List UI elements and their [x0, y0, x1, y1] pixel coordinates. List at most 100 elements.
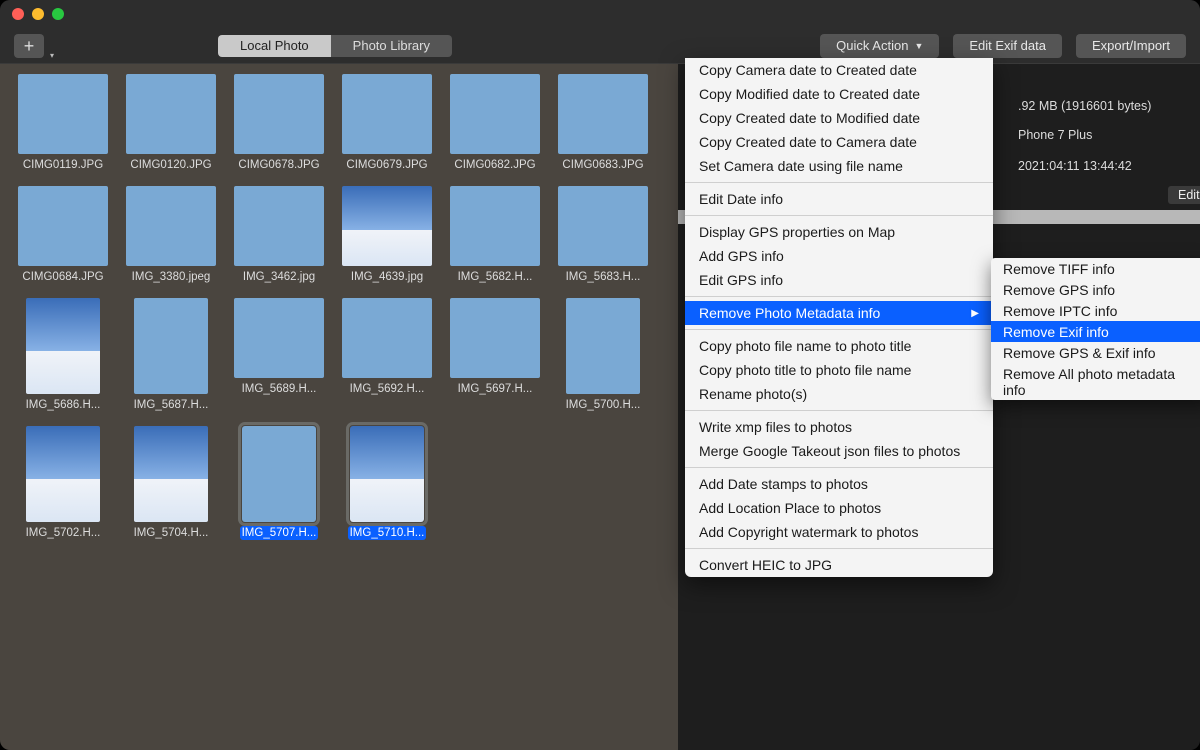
thumbnail[interactable]: IMG_3380.jpeg	[126, 186, 216, 284]
thumbnail[interactable]: IMG_5687.H...	[126, 298, 216, 412]
menu-item[interactable]: Copy Created date to Camera date	[685, 130, 993, 154]
quick-action-button[interactable]: Quick Action ▼	[820, 34, 939, 58]
export-import-button[interactable]: Export/Import	[1076, 34, 1186, 58]
submenu-item[interactable]: Remove TIFF info	[991, 258, 1200, 279]
thumbnail-image	[342, 186, 432, 266]
thumbnail[interactable]: IMG_5692.H...	[342, 298, 432, 412]
menu-separator	[685, 215, 993, 216]
menu-item[interactable]: Add Date stamps to photos	[685, 472, 993, 496]
menu-item[interactable]: Add GPS info	[685, 244, 993, 268]
minimize-icon[interactable]	[32, 8, 44, 20]
thumbnail-image	[242, 426, 316, 522]
submenu-item[interactable]: Remove GPS info	[991, 279, 1200, 300]
menu-item[interactable]: Rename photo(s)	[685, 382, 993, 406]
menu-item-label: Edit Date info	[699, 191, 783, 207]
thumbnail-image	[558, 74, 648, 154]
menu-item[interactable]: Write xmp files to photos	[685, 415, 993, 439]
submenu-item[interactable]: Remove GPS & Exif info	[991, 342, 1200, 363]
thumbnail-label: IMG_5686.H...	[24, 398, 103, 412]
chevron-down-icon: ▼	[914, 41, 923, 51]
thumbnail-image	[450, 186, 540, 266]
tab-local-photo[interactable]: Local Photo	[218, 35, 331, 57]
thumbnail[interactable]: CIMG0684.JPG	[18, 186, 108, 284]
thumbnail[interactable]: IMG_4639.jpg	[342, 186, 432, 284]
menu-item[interactable]: Copy photo file name to photo title	[685, 334, 993, 358]
thumbnail[interactable]: CIMG0682.JPG	[450, 74, 540, 172]
menu-item[interactable]: Remove Photo Metadata info▶	[685, 301, 993, 325]
add-button[interactable]: +	[14, 34, 44, 58]
thumbnail[interactable]: CIMG0679.JPG	[342, 74, 432, 172]
menu-item[interactable]: Convert HEIC to JPG	[685, 553, 993, 577]
menu-separator	[685, 410, 993, 411]
edit-exif-button[interactable]: Edit Exif data	[953, 34, 1062, 58]
thumbnail[interactable]: IMG_5697.H...	[450, 298, 540, 412]
thumbnail-label: IMG_3462.jpg	[241, 270, 317, 284]
submenu-item[interactable]: Remove All photo metadata info	[991, 363, 1200, 400]
thumbnail-image	[450, 298, 540, 378]
thumbnail-image	[342, 298, 432, 378]
app-window: + Local Photo Photo Library Quick Action…	[0, 0, 1200, 750]
menu-item-label: Add Location Place to photos	[699, 500, 881, 516]
thumbnail-image	[234, 74, 324, 154]
maximize-icon[interactable]	[52, 8, 64, 20]
thumbnail-label: IMG_5702.H...	[24, 526, 103, 540]
menu-item[interactable]: Add Copyright watermark to photos	[685, 520, 993, 544]
menu-item-label: Copy Created date to Camera date	[699, 134, 917, 150]
menu-item[interactable]: Copy photo title to photo file name	[685, 358, 993, 382]
thumbnail[interactable]: IMG_5702.H...	[18, 426, 108, 540]
menu-item[interactable]: Edit GPS info	[685, 268, 993, 292]
thumbnail-label: CIMG0682.JPG	[452, 158, 537, 172]
menu-item[interactable]: Edit Date info	[685, 187, 993, 211]
edit-button[interactable]: Edit	[1168, 186, 1200, 204]
menu-item-label: Copy photo file name to photo title	[699, 338, 911, 354]
plus-icon: +	[24, 37, 35, 55]
info-size: .92 MB (1916601 bytes)	[1018, 99, 1151, 113]
thumbnail-label: IMG_5700.H...	[564, 398, 643, 412]
thumbnail-image	[126, 186, 216, 266]
menu-item[interactable]: Copy Created date to Modified date	[685, 106, 993, 130]
thumbnail[interactable]: CIMG0678.JPG	[234, 74, 324, 172]
thumbnail-label: IMG_5697.H...	[456, 382, 535, 396]
thumbnail[interactable]: CIMG0120.JPG	[126, 74, 216, 172]
menu-item-label: Set Camera date using file name	[699, 158, 903, 174]
thumbnail-grid: CIMG0119.JPG CIMG0120.JPGCIMG0678.JPG CIMG…	[0, 64, 678, 750]
remove-metadata-submenu: Remove TIFF infoRemove GPS infoRemove IP…	[991, 258, 1200, 400]
menu-item[interactable]: Copy Modified date to Created date	[685, 82, 993, 106]
thumbnail-label: CIMG0679.JPG	[344, 158, 429, 172]
menu-item-label: Add Copyright watermark to photos	[699, 524, 918, 540]
menu-item-label: Add GPS info	[699, 248, 784, 264]
menu-item[interactable]: Set Camera date using file name	[685, 154, 993, 178]
menu-item-label: Copy Modified date to Created date	[699, 86, 920, 102]
thumbnail[interactable]: IMG_3462.jpg	[234, 186, 324, 284]
thumbnail[interactable]: IMG_5682.H...	[450, 186, 540, 284]
thumbnail[interactable]: IMG_5686.H...	[18, 298, 108, 412]
thumbnail[interactable]: IMG_5704.H...	[126, 426, 216, 540]
menu-separator	[685, 296, 993, 297]
thumbnail[interactable]: IMG_5707.H...	[234, 426, 324, 540]
menu-item[interactable]: Merge Google Takeout json files to photo…	[685, 439, 993, 463]
menu-item-label: Remove Photo Metadata info	[699, 305, 880, 321]
menu-item[interactable]: Display GPS properties on Map	[685, 220, 993, 244]
tab-photo-library[interactable]: Photo Library	[331, 35, 452, 57]
thumbnail-label: IMG_5683.H...	[564, 270, 643, 284]
thumbnail-label: CIMG0119.JPG	[21, 158, 105, 172]
thumbnail-image	[134, 426, 208, 522]
thumbnail[interactable]: IMG_5683.H...	[558, 186, 648, 284]
thumbnail-label: IMG_5689.H...	[240, 382, 319, 396]
thumbnail[interactable]: IMG_5710.H...	[342, 426, 432, 540]
thumbnail[interactable]: CIMG0119.JPG	[18, 74, 108, 172]
thumbnail[interactable]: CIMG0683.JPG	[558, 74, 648, 172]
submenu-item[interactable]: Remove Exif info	[991, 321, 1200, 342]
menu-item[interactable]: Copy Camera date to Created date	[685, 58, 993, 82]
thumbnail-image	[234, 298, 324, 378]
menu-separator	[685, 329, 993, 330]
thumbnail[interactable]: IMG_5700.H...	[558, 298, 648, 412]
thumbnail[interactable]: IMG_5689.H...	[234, 298, 324, 412]
menu-item[interactable]: Add Location Place to photos	[685, 496, 993, 520]
menu-item-label: Copy photo title to photo file name	[699, 362, 911, 378]
submenu-item[interactable]: Remove IPTC info	[991, 300, 1200, 321]
close-icon[interactable]	[12, 8, 24, 20]
menu-separator	[685, 182, 993, 183]
menu-item-label: Display GPS properties on Map	[699, 224, 895, 240]
quick-action-menu: Copy Camera date to Created date Copy Mod…	[685, 58, 993, 577]
